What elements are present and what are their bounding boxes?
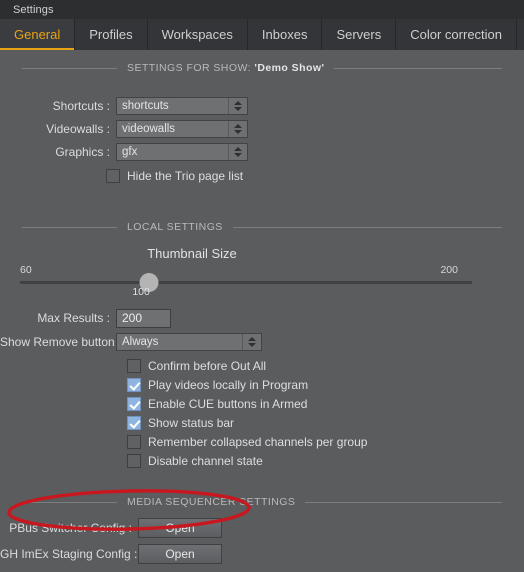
tab-servers[interactable]: Servers [322, 19, 397, 50]
tab-profiles[interactable]: Profiles [75, 19, 148, 50]
show-remove-spinner-icon[interactable] [242, 334, 261, 350]
tab-workspaces[interactable]: Workspaces [147, 19, 248, 50]
confirm-out-all-label: Confirm before Out All [148, 358, 267, 373]
checkbox-row-show-status-bar[interactable]: Show status bar [0, 413, 524, 432]
pbus-switcher-open-button[interactable]: Open [138, 518, 222, 538]
remember-collapsed-channels-checkbox[interactable] [127, 434, 141, 449]
tab-workspaces-label: Workspaces [161, 27, 233, 42]
window-title: Settings [13, 3, 54, 16]
max-results-input[interactable]: 200 [116, 308, 171, 328]
disable-channel-state-label: Disable channel state [148, 453, 263, 468]
enable-cue-buttons-label: Enable CUE buttons in Armed [148, 396, 308, 411]
triangle-down-icon [234, 129, 242, 134]
triangle-down-icon [248, 343, 256, 347]
remember-collapsed-channels-label: Remember collapsed channels per group [148, 434, 368, 449]
row-shortcuts: Shortcuts : shortcuts [0, 94, 524, 117]
header-rule-right [232, 226, 502, 228]
shortcuts-value: shortcuts [122, 99, 169, 112]
show-status-bar-checkbox[interactable] [127, 415, 141, 430]
show-section-header-label: SETTINGS FOR SHOW: 'Demo Show' [127, 62, 324, 74]
checkbox-row-remember-collapsed-channels[interactable]: Remember collapsed channels per group [0, 432, 524, 451]
row-videowalls: Videowalls : videowalls [0, 117, 524, 140]
show-section-header: SETTINGS FOR SHOW: 'Demo Show' [0, 62, 524, 74]
tab-color-correction-label: Color correction [410, 27, 503, 42]
header-rule-right [305, 501, 502, 503]
settings-dialog: Settings General Profiles Workspaces Inb… [0, 0, 524, 572]
local-section-header-label: LOCAL SETTINGS [127, 221, 223, 233]
slider-min-label: 60 [20, 264, 32, 276]
graphics-value: gfx [122, 145, 138, 158]
thumbnail-size-value: 100 [132, 286, 150, 298]
show-remove-button-dropdown[interactable]: Always [116, 333, 262, 351]
disable-channel-state-checkbox[interactable] [127, 453, 141, 468]
videowalls-dropdown[interactable]: videowalls [116, 119, 248, 138]
tab-general-label: General [14, 27, 61, 42]
tab-color-correction[interactable]: Color correction [396, 19, 518, 50]
graphics-label: Graphics : [55, 144, 110, 159]
show-section-header-prefix: SETTINGS FOR SHOW: [127, 62, 255, 74]
header-rule-left [22, 226, 117, 228]
settings-content: SETTINGS FOR SHOW: 'Demo Show' Shortcuts… [0, 62, 524, 572]
checkbox-row-confirm-out-all[interactable]: Confirm before Out All [0, 356, 524, 375]
show-remove-button-label: Show Remove button : [0, 335, 122, 349]
checkbox-row-enable-cue-buttons[interactable]: Enable CUE buttons in Armed [0, 394, 524, 413]
row-show-remove-button: Show Remove button : Always [0, 330, 524, 354]
tab-inboxes-label: Inboxes [261, 27, 308, 42]
shortcuts-dropdown[interactable]: shortcuts [116, 96, 248, 115]
row-max-results: Max Results : 200 [0, 306, 524, 330]
triangle-down-icon [234, 106, 242, 111]
header-rule-left [22, 501, 117, 503]
tab-servers-label: Servers [336, 27, 382, 42]
gh-imex-staging-open-button[interactable]: Open [138, 544, 222, 564]
thumbnail-size-slider-track[interactable] [20, 273, 472, 292]
tab-general[interactable]: General [0, 19, 76, 50]
tab-profiles-label: Profiles [89, 27, 133, 42]
media-section-header-label: MEDIA SEQUENCER SETTINGS [127, 496, 296, 508]
gh-imex-staging-config-label: GH ImEx Staging Config : [0, 547, 138, 561]
local-section-header: LOCAL SETTINGS [0, 221, 524, 233]
gh-imex-staging-open-label: Open [165, 547, 195, 561]
show-section-header-name: 'Demo Show' [254, 62, 325, 74]
triangle-up-icon [234, 146, 242, 151]
triangle-up-icon [234, 123, 242, 128]
row-gh-imex-staging-config: GH ImEx Staging Config : Open [0, 541, 524, 567]
pbus-switcher-open-label: Open [165, 521, 195, 535]
window-titlebar: Settings [0, 0, 524, 19]
hide-trio-label: Hide the Trio page list [127, 168, 244, 183]
videowalls-label: Videowalls : [46, 121, 110, 136]
triangle-up-icon [248, 337, 256, 341]
enable-cue-buttons-checkbox[interactable] [127, 396, 141, 411]
triangle-down-icon [234, 152, 242, 157]
thumbnail-size-slider-group: Thumbnail Size 60 200 100 [18, 246, 506, 298]
slider-max-label: 200 [440, 264, 458, 276]
videowalls-spinner-icon[interactable] [228, 120, 247, 137]
shortcuts-spinner-icon[interactable] [228, 97, 247, 114]
play-videos-locally-checkbox[interactable] [127, 377, 141, 392]
checkbox-row-disable-channel-state[interactable]: Disable channel state [0, 451, 524, 470]
media-section-header: MEDIA SEQUENCER SETTINGS [0, 496, 524, 508]
graphics-spinner-icon[interactable] [228, 143, 247, 160]
row-pbus-switcher-config: PBus Switcher Config : Open [0, 515, 524, 541]
tab-bar: General Profiles Workspaces Inboxes Serv… [0, 19, 524, 50]
checkbox-row-hide-trio[interactable]: Hide the Trio page list [0, 166, 524, 185]
shortcuts-label: Shortcuts : [52, 98, 110, 113]
videowalls-value: videowalls [122, 122, 176, 135]
show-remove-button-value: Always [122, 336, 159, 348]
max-results-label: Max Results : [37, 311, 110, 325]
row-graphics: Graphics : gfx [0, 140, 524, 163]
pbus-switcher-config-label: PBus Switcher Config : [9, 521, 132, 535]
header-rule-right [334, 67, 502, 69]
header-rule-left [22, 67, 117, 69]
play-videos-locally-label: Play videos locally in Program [148, 377, 309, 392]
tab-inboxes[interactable]: Inboxes [247, 19, 323, 50]
triangle-up-icon [234, 100, 242, 105]
confirm-out-all-checkbox[interactable] [127, 358, 141, 373]
thumbnail-size-title: Thumbnail Size [147, 246, 237, 261]
checkbox-row-play-videos-locally[interactable]: Play videos locally in Program [0, 375, 524, 394]
max-results-value: 200 [122, 311, 143, 325]
show-status-bar-label: Show status bar [148, 415, 235, 430]
graphics-dropdown[interactable]: gfx [116, 142, 248, 161]
hide-trio-checkbox[interactable] [106, 168, 120, 183]
